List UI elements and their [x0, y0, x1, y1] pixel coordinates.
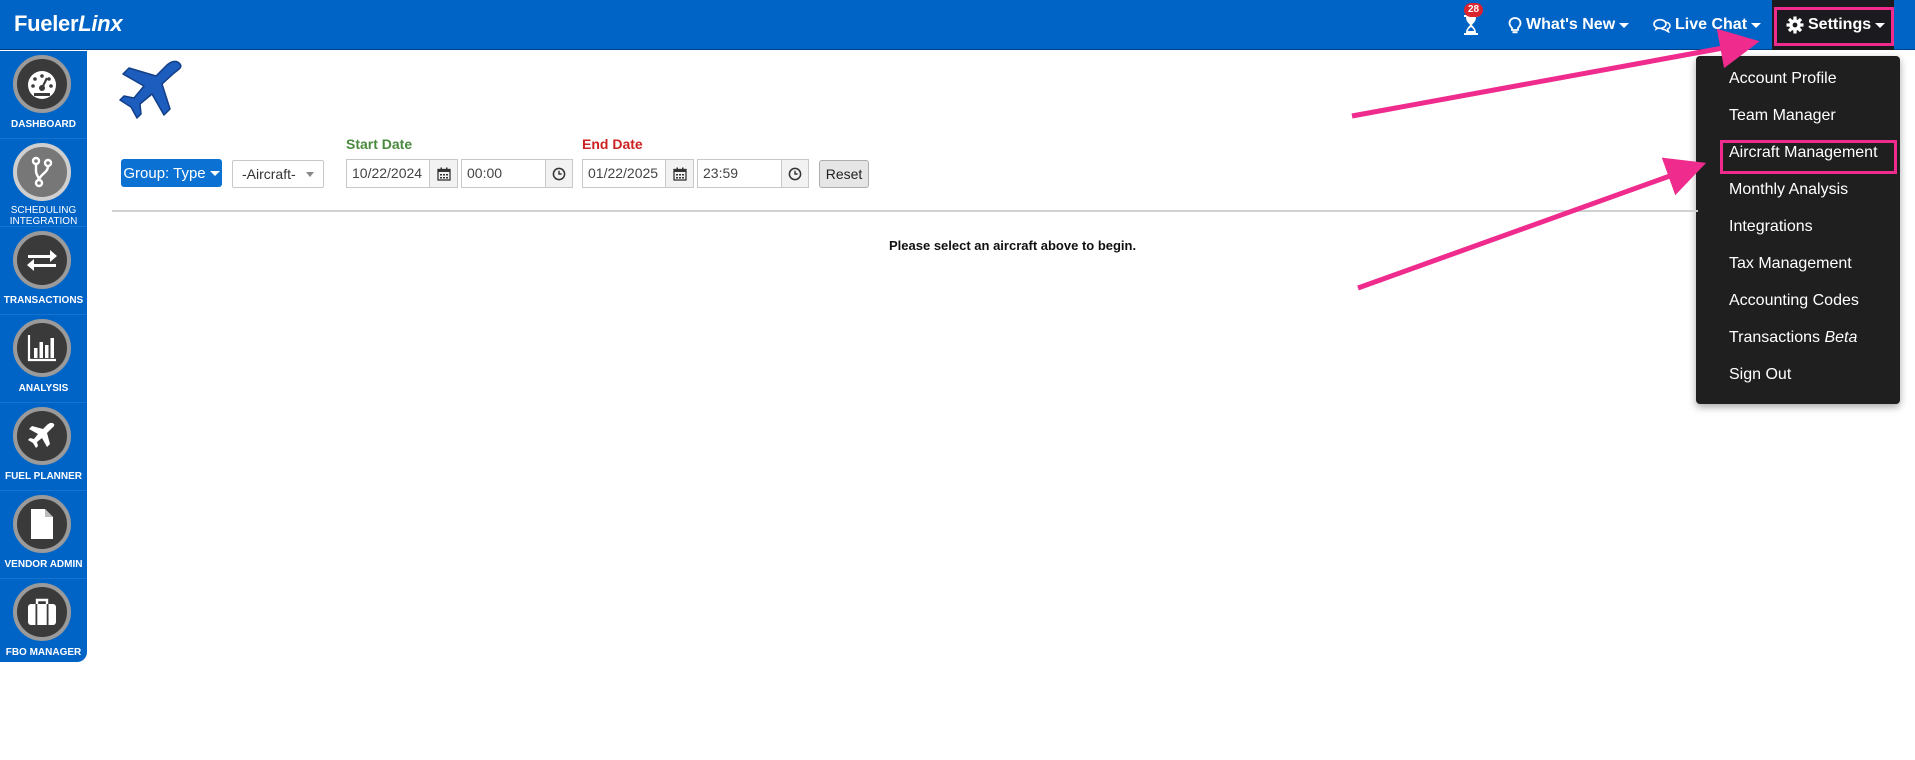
logo-text-linx: Linx — [78, 11, 123, 36]
fuelerlinx-logo[interactable]: FuelerLinx — [14, 11, 123, 37]
arrow-to-settings — [1351, 28, 1760, 119]
menu-item-account-profile[interactable]: Account Profile — [1729, 70, 1837, 88]
menu-item-transactions-label: Transactions — [1729, 329, 1825, 346]
chevron-down-icon — [306, 172, 314, 177]
gear-icon — [1786, 16, 1804, 34]
start-date-input[interactable]: 10/22/2024 — [346, 159, 430, 188]
calendar-icon — [436, 167, 451, 181]
sidebar-item-transactions[interactable]: TRANSACTIONS — [0, 227, 87, 315]
arrow-to-aircraft-management — [1357, 157, 1707, 291]
sidebar-label-dashboard: DASHBOARD — [11, 119, 76, 130]
chevron-down-icon — [209, 170, 220, 176]
menu-item-team-manager[interactable]: Team Manager — [1729, 107, 1836, 125]
clock-icon — [552, 167, 566, 180]
whats-new-label: What's New — [1526, 16, 1616, 33]
bar-chart-icon — [13, 319, 71, 377]
end-time-input[interactable]: 23:59 — [697, 159, 782, 188]
sidebar-item-vendor-admin[interactable]: VENDOR ADMIN — [0, 491, 87, 579]
settings-dropdown-menu: Account Profile Team Manager Aircraft Ma… — [1696, 56, 1900, 404]
briefcase-icon — [13, 583, 71, 641]
sidebar-label-fbo-manager: FBO MANAGER — [5, 647, 82, 658]
menu-item-monthly-analysis[interactable]: Monthly Analysis — [1729, 181, 1848, 199]
clock-icon — [788, 167, 802, 180]
end-date-calendar-button[interactable] — [665, 159, 694, 188]
content-divider — [112, 210, 1698, 212]
menu-item-tax-management[interactable]: Tax Management — [1729, 255, 1852, 273]
top-navbar: FuelerLinx 28 What's New Live Chat Setti… — [0, 0, 1915, 50]
menu-item-aircraft-management[interactable]: Aircraft Management — [1729, 144, 1878, 162]
logo-text-fueler: Fueler — [14, 11, 79, 36]
calendar-icon — [672, 167, 687, 181]
empty-state-message: Please select an aircraft above to begin… — [889, 238, 1137, 253]
airplane-icon — [13, 407, 71, 465]
transfer-arrows-icon — [13, 231, 71, 289]
end-time-clock-button[interactable] — [781, 159, 809, 188]
menu-item-integrations[interactable]: Integrations — [1729, 218, 1813, 236]
lightbulb-icon — [1508, 16, 1522, 33]
menu-item-transactions-beta[interactable]: Transactions Beta — [1729, 329, 1857, 347]
whats-new-menu[interactable]: What's New — [1508, 0, 1630, 50]
live-chat-menu[interactable]: Live Chat — [1653, 0, 1762, 50]
menu-item-sign-out[interactable]: Sign Out — [1729, 366, 1791, 384]
airplane-icon — [116, 56, 188, 131]
beta-tag: Beta — [1824, 329, 1858, 346]
chevron-down-icon — [1875, 22, 1886, 28]
sidebar-label-analysis: ANALYSIS — [18, 383, 69, 394]
end-date-label: End Date — [582, 136, 643, 152]
sidebar-label-vendor-admin: VENDOR ADMIN — [4, 559, 83, 570]
sidebar-label-fuel-planner: FUEL PLANNER — [4, 471, 83, 482]
sidebar-item-fbo-manager[interactable]: FBO MANAGER — [0, 579, 87, 667]
aircraft-select-value: -Aircraft- — [242, 166, 296, 182]
start-date-label: Start Date — [346, 136, 413, 152]
group-type-dropdown-button[interactable]: Group: Type — [121, 159, 222, 187]
sidebar-item-fuel-planner[interactable]: FUEL PLANNER — [0, 403, 87, 491]
dashboard-gauge-icon — [13, 55, 71, 113]
start-time-input[interactable]: 00:00 — [461, 159, 546, 188]
reset-button[interactable]: Reset — [819, 160, 869, 188]
sidebar-label-scheduling-integration: SCHEDULING INTEGRATION — [9, 205, 78, 227]
chat-bubbles-icon — [1653, 18, 1671, 33]
settings-label: Settings — [1808, 16, 1872, 33]
hourglass-icon — [1464, 15, 1478, 35]
aircraft-select[interactable]: -Aircraft- — [232, 160, 324, 188]
settings-menu[interactable]: Settings — [1772, 0, 1894, 50]
sidebar-label-transactions: TRANSACTIONS — [3, 295, 84, 306]
document-icon — [13, 495, 71, 553]
start-time-clock-button[interactable] — [545, 159, 573, 188]
start-date-calendar-button[interactable] — [429, 159, 458, 188]
end-date-input[interactable]: 01/22/2025 — [582, 159, 666, 188]
notification-count-badge: 28 — [1464, 3, 1484, 17]
live-chat-label: Live Chat — [1675, 16, 1748, 33]
sidebar-item-analysis[interactable]: ANALYSIS — [0, 315, 87, 403]
sidebar: DASHBOARD SCHEDULING INTEGRATION TRANSAC… — [0, 51, 87, 662]
branch-icon — [13, 143, 71, 201]
sidebar-item-scheduling-integration[interactable]: SCHEDULING INTEGRATION — [0, 139, 87, 227]
annotation-arrows — [1351, 28, 1760, 291]
chevron-down-icon — [1751, 22, 1762, 28]
sidebar-item-dashboard[interactable]: DASHBOARD — [0, 51, 87, 139]
chevron-down-icon — [1619, 22, 1630, 28]
menu-item-accounting-codes[interactable]: Accounting Codes — [1729, 292, 1859, 310]
group-type-label: Group: Type — [123, 164, 206, 182]
